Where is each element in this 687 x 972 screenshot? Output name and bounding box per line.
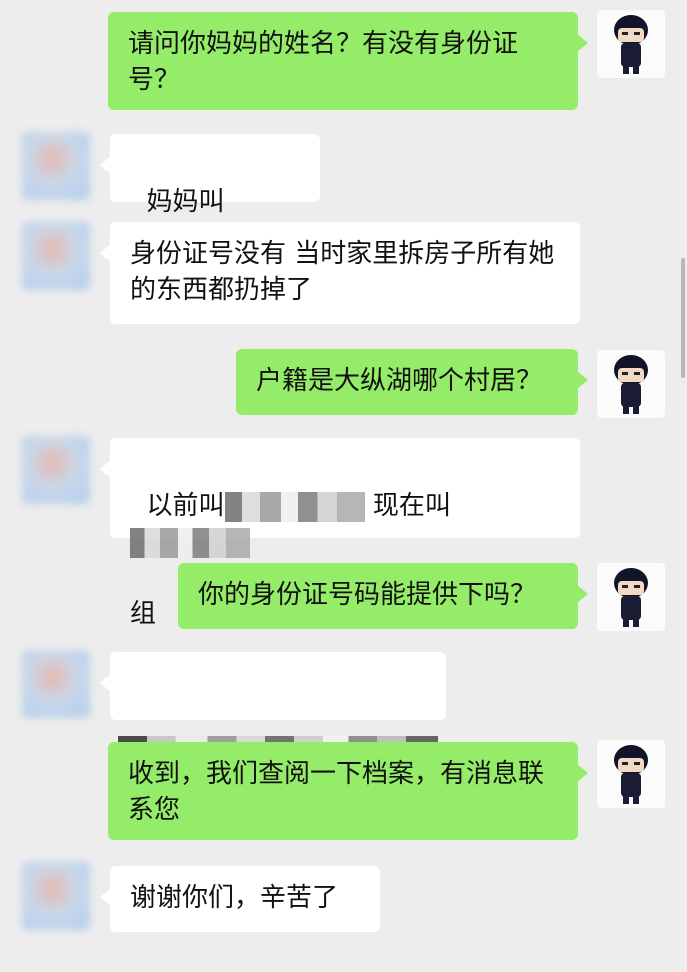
police-avatar-icon[interactable] [597,740,665,808]
police-avatar-icon[interactable] [597,350,665,418]
redacted-place-mosaic [130,527,250,558]
message-bubble-incoming[interactable] [100,652,446,780]
message-bubble-outgoing[interactable]: 户籍是大纵湖哪个村居？ [236,349,588,415]
message-bubble-outgoing[interactable]: 你的身份证号码能提供下吗？ [178,563,588,629]
message-bubble-incoming[interactable]: 谢谢你们，辛苦了 [100,866,380,932]
message-text: 妈妈叫 [146,187,225,217]
message-bubble-incoming[interactable]: 身份证号没有 当时家里拆房子所有她的东西都扔掉了 [100,222,580,324]
contact-avatar-icon[interactable] [22,132,90,200]
contact-avatar-icon[interactable] [22,650,90,718]
message-text: 以前叫 [146,491,225,521]
message-bubble-outgoing[interactable]: 请问你妈妈的姓名？有没有身份证号？ [108,12,588,110]
message-bubble-incoming[interactable]: 妈妈叫 [100,134,320,254]
contact-avatar-icon[interactable] [22,862,90,930]
chat-scrollbar[interactable] [681,258,685,378]
message-bubble-outgoing[interactable]: 收到，我们查阅一下档案，有消息联系您 [108,742,588,840]
redacted-place-mosaic [224,491,365,522]
message-bubble-incoming[interactable]: 以前叫 现在叫 组 [100,438,580,629]
contact-avatar-icon[interactable] [22,436,90,504]
police-avatar-icon[interactable] [597,10,665,78]
message-text: 组 [130,599,157,629]
police-avatar-icon[interactable] [597,563,665,631]
contact-avatar-icon[interactable] [22,222,90,290]
message-text: 现在叫 [372,491,451,521]
